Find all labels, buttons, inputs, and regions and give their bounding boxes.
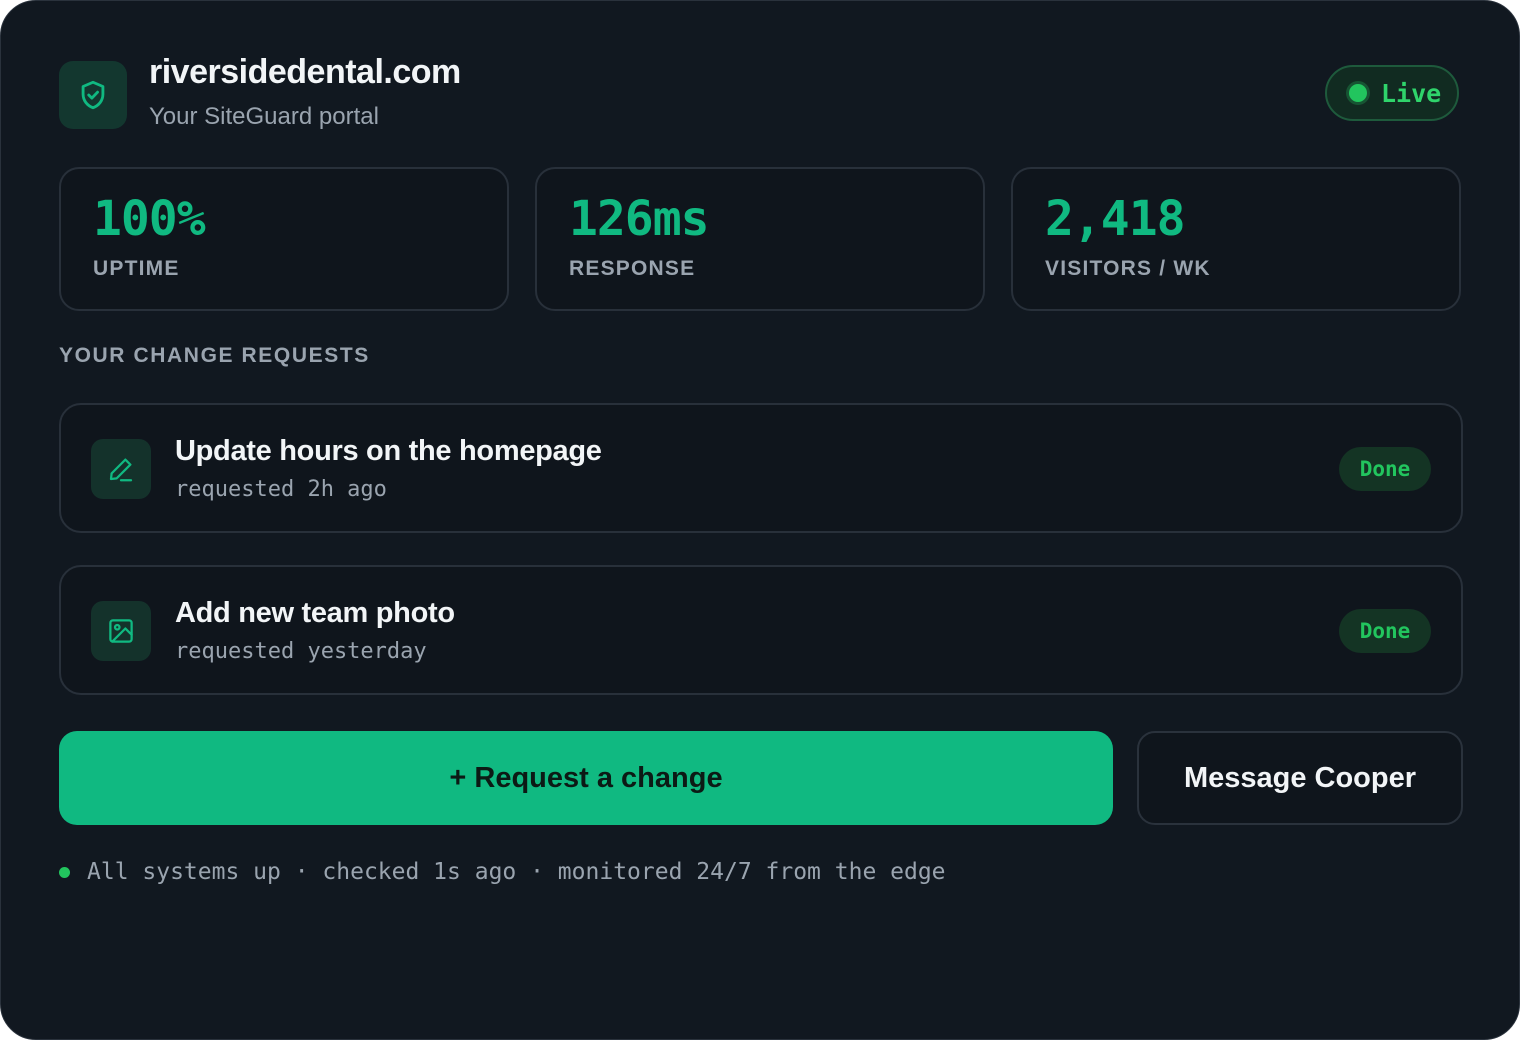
site-subtitle: Your SiteGuard portal [149, 103, 379, 130]
request-timestamp: requested yesterday [175, 639, 427, 664]
stat-label: VISITORS / WK [1045, 257, 1211, 280]
system-status-footer: All systems up · checked 1s ago · monito… [59, 859, 946, 885]
live-dot-icon [1349, 84, 1367, 102]
stat-label: UPTIME [93, 257, 180, 280]
image-icon [91, 601, 151, 661]
status-badge: Done [1339, 609, 1431, 653]
system-status-text: All systems up · checked 1s ago · monito… [87, 859, 946, 885]
change-request-item[interactable]: Add new team photo requested yesterday D… [59, 565, 1463, 695]
stat-card-uptime: 100% UPTIME [59, 167, 509, 311]
message-cooper-button[interactable]: Message Cooper [1137, 731, 1463, 825]
section-title: YOUR CHANGE REQUESTS [59, 344, 370, 367]
live-status-label: Live [1381, 78, 1442, 108]
stat-card-visitors: 2,418 VISITORS / WK [1011, 167, 1461, 311]
status-dot-icon [59, 866, 70, 878]
portal-card: riversidedental.com Your SiteGuard porta… [0, 0, 1520, 1040]
change-request-item[interactable]: Update hours on the homepage requested 2… [59, 403, 1463, 533]
stat-value: 2,418 [1045, 191, 1185, 247]
stat-value: 126ms [569, 191, 709, 247]
site-title: riversidedental.com [149, 53, 461, 91]
shield-check-icon [59, 61, 127, 129]
stat-value: 100% [93, 191, 206, 247]
stat-card-response: 126ms RESPONSE [535, 167, 985, 311]
live-status-badge: Live [1325, 65, 1459, 121]
pencil-icon [91, 439, 151, 499]
request-timestamp: requested 2h ago [175, 477, 387, 502]
request-change-button[interactable]: + Request a change [59, 731, 1113, 825]
request-title: Add new team photo [175, 597, 455, 629]
status-badge: Done [1339, 447, 1431, 491]
stat-label: RESPONSE [569, 257, 696, 280]
request-title: Update hours on the homepage [175, 435, 602, 467]
